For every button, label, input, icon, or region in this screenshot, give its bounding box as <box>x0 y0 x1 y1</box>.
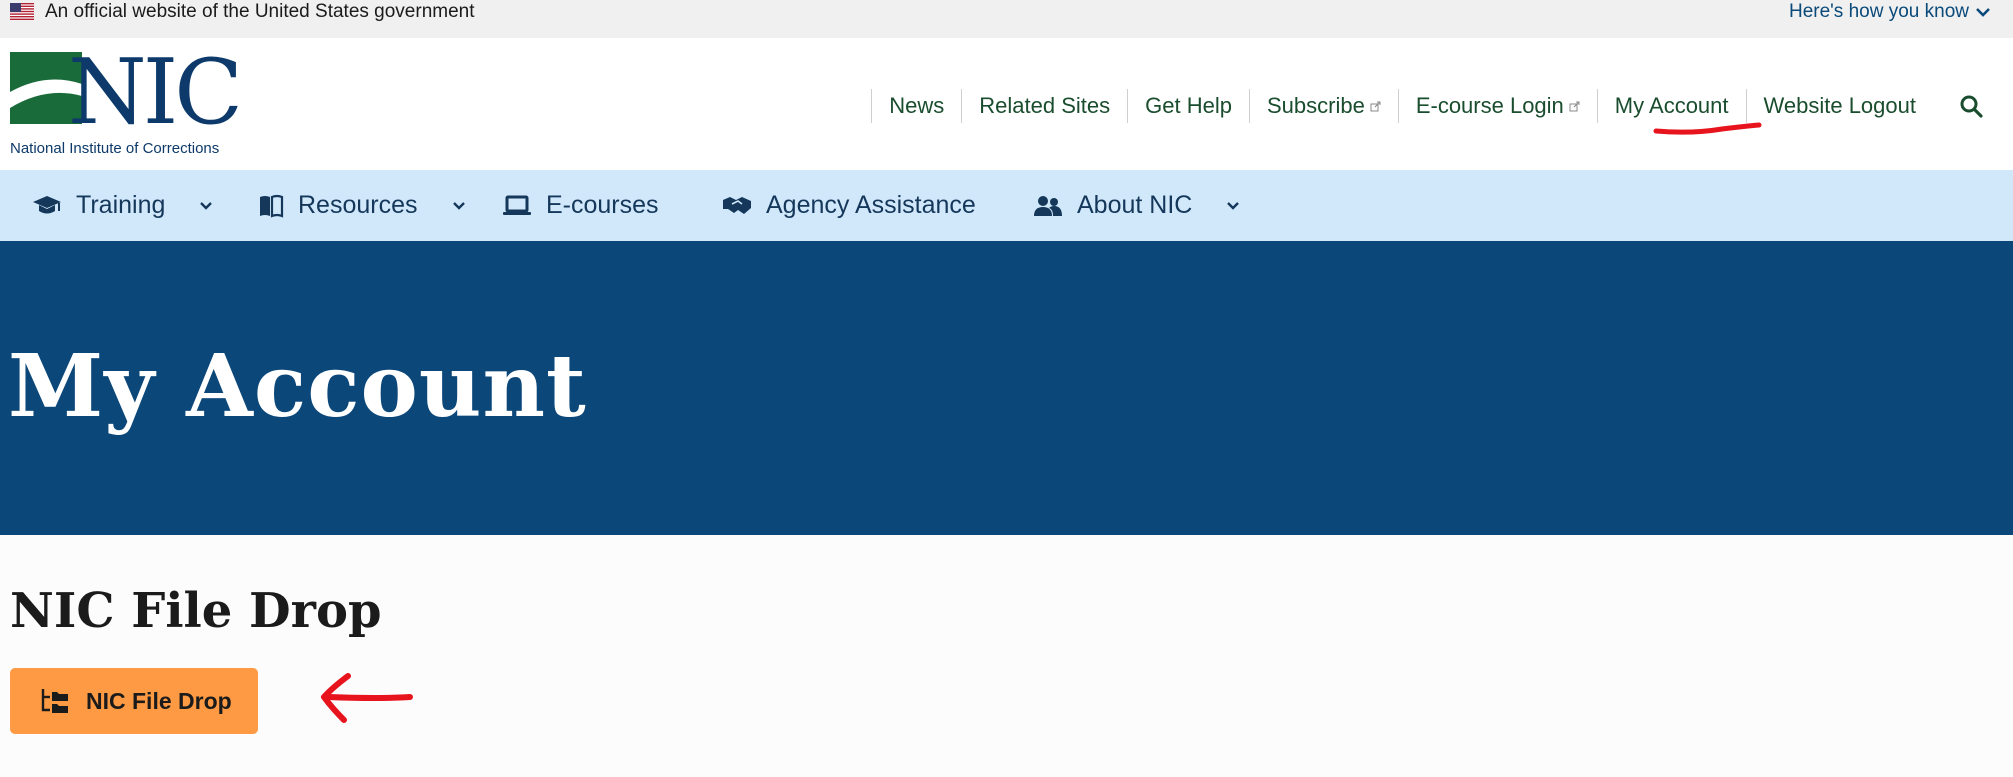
main-nav-agency-assistance-label: Agency Assistance <box>766 191 976 219</box>
site-header: NIC National Institute of Corrections Ne… <box>0 38 2013 170</box>
graduation-cap-icon <box>33 195 61 213</box>
nav-subscribe[interactable]: Subscribe <box>1248 89 1398 123</box>
nav-ecourse-login-label: E-course Login <box>1415 93 1564 118</box>
utility-nav: News Related Sites Get Help Subscribe E-… <box>871 86 1983 126</box>
nav-my-account[interactable]: My Account <box>1596 89 1746 123</box>
us-flag-icon <box>10 3 34 20</box>
gov-banner: An official website of the United States… <box>0 0 2013 38</box>
nic-logo[interactable]: NIC National Institute of Corrections <box>10 40 250 157</box>
main-nav-resources[interactable]: Resources <box>258 170 466 241</box>
users-icon <box>1034 195 1062 216</box>
main-nav-training-label: Training <box>76 191 166 219</box>
main-nav-ecourses-label: E-courses <box>546 191 659 219</box>
nav-subscribe-label: Subscribe <box>1266 93 1365 118</box>
chevron-down-icon <box>1976 8 1990 17</box>
main-nav-about-nic[interactable]: About NIC <box>1033 170 1240 241</box>
laptop-icon <box>503 195 531 215</box>
nav-news[interactable]: News <box>871 89 961 123</box>
how-you-know-toggle[interactable]: Here's how you know <box>1789 0 1991 24</box>
nav-ecourse-login[interactable]: E-course Login <box>1397 89 1597 123</box>
nic-logo-mark: NIC <box>10 40 243 145</box>
main-nav-training[interactable]: Training <box>32 170 213 241</box>
external-link-icon <box>1370 101 1381 111</box>
logo-caption: National Institute of Corrections <box>10 140 220 157</box>
nav-get-help[interactable]: Get Help <box>1127 89 1249 123</box>
official-website-text: An official website of the United States… <box>45 1 475 22</box>
nav-get-help-label: Get Help <box>1145 93 1232 118</box>
main-nav-agency-assistance[interactable]: Agency Assistance <box>722 170 976 241</box>
chevron-down-icon <box>200 201 213 210</box>
file-drop-button[interactable]: NIC File Drop <box>10 668 258 734</box>
external-link-icon <box>1569 101 1580 111</box>
page-hero: My Account <box>0 241 2013 535</box>
chevron-down-icon <box>1227 201 1240 210</box>
page-title: My Account <box>8 336 587 437</box>
search-button[interactable] <box>1933 94 1983 118</box>
annotation-arrow <box>321 673 413 723</box>
nav-website-logout-label: Website Logout <box>1763 93 1916 118</box>
how-you-know-label: Here's how you know <box>1789 1 1969 22</box>
main-nav-ecourses[interactable]: E-courses <box>502 170 659 241</box>
file-drop-button-label: NIC File Drop <box>86 687 232 714</box>
chevron-down-icon <box>452 201 465 210</box>
nav-website-logout[interactable]: Website Logout <box>1745 89 1933 123</box>
main-nav-about-nic-label: About NIC <box>1077 191 1193 219</box>
main-nav: Training Resources E-courses Agency Assi… <box>0 170 2013 241</box>
handshake-icon <box>723 196 751 214</box>
nav-news-label: News <box>889 93 945 118</box>
annotation-underline <box>1653 122 1762 135</box>
nav-related-sites[interactable]: Related Sites <box>961 89 1127 123</box>
folder-tree-icon <box>41 689 68 713</box>
search-icon <box>1960 95 1983 118</box>
book-icon <box>260 194 284 218</box>
nav-my-account-label: My Account <box>1614 93 1729 118</box>
section-title: NIC File Drop <box>10 583 382 639</box>
nav-related-sites-label: Related Sites <box>979 93 1111 118</box>
main-nav-resources-label: Resources <box>298 191 418 219</box>
logo-wordmark: NIC <box>68 52 239 138</box>
